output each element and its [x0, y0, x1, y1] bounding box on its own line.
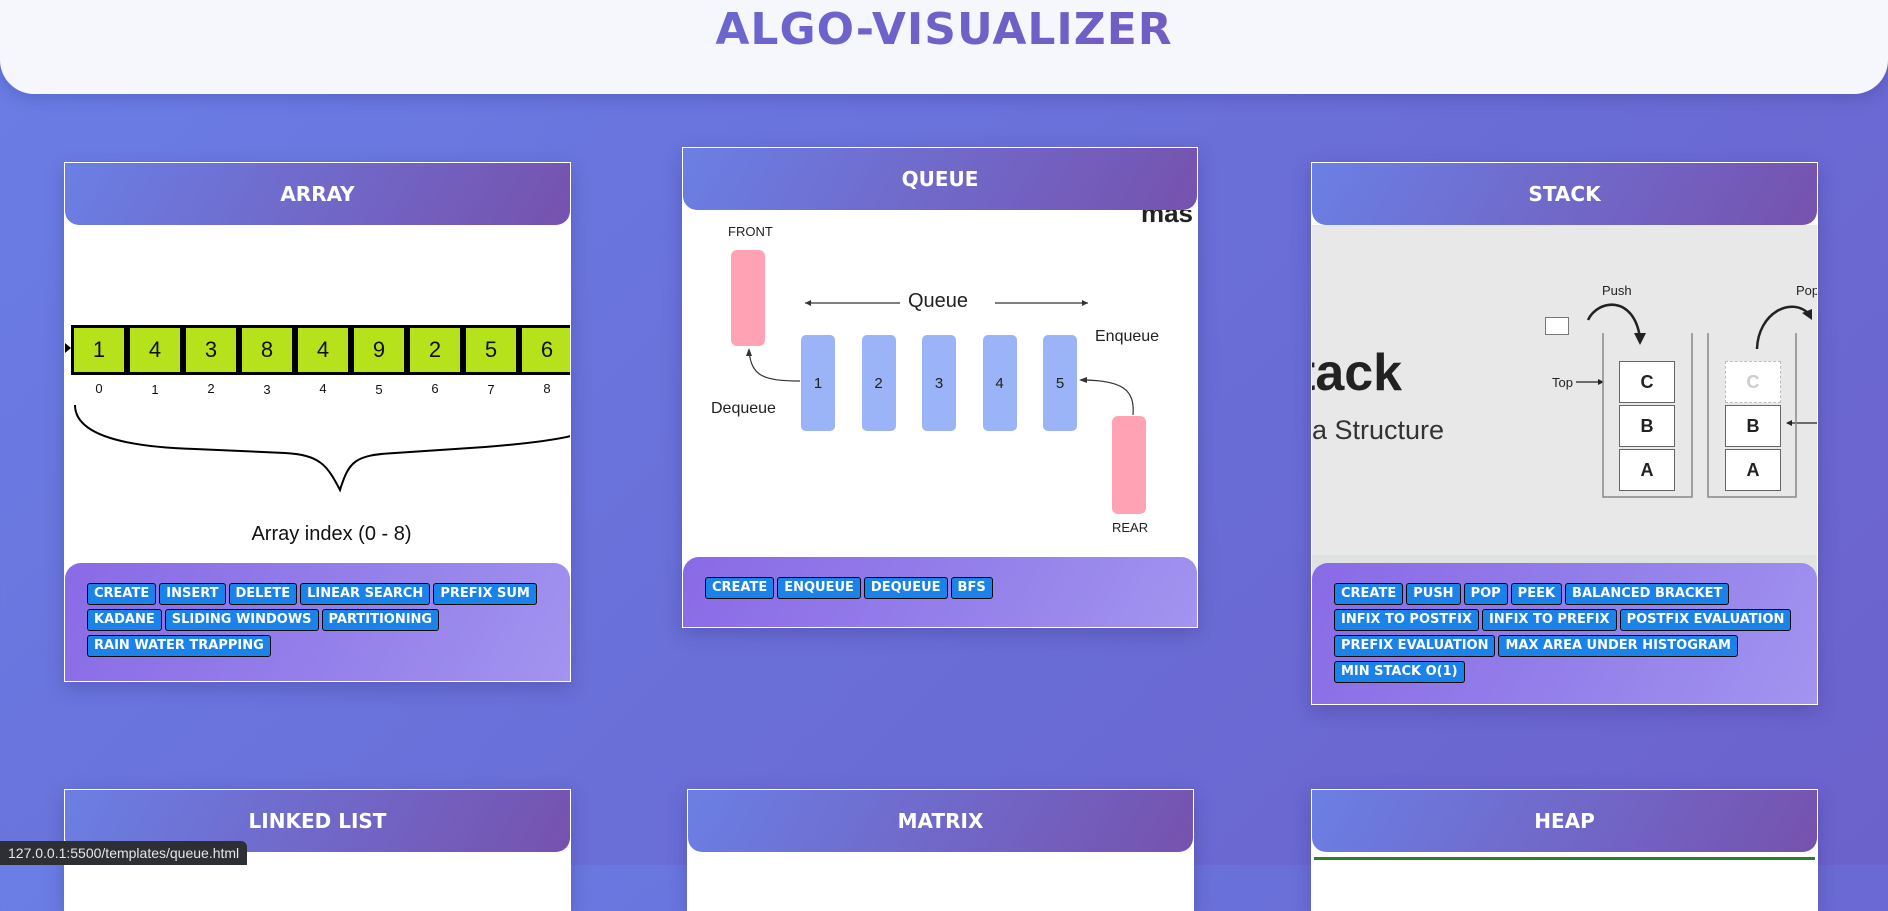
queue-item: 5 — [1043, 335, 1077, 431]
queue-card[interactable]: QUEUE mas FRONT Queue Enqueue Dequeue 12… — [682, 147, 1198, 628]
array-cell: 1 — [71, 325, 127, 375]
array-op-button[interactable]: SLIDING WINDOWS — [164, 609, 319, 631]
queue-item: 4 — [982, 335, 1017, 431]
stack-op-button[interactable]: INFIX TO POSTFIX — [1334, 609, 1479, 631]
site-title: ALGO-VISUALIZER — [0, 4, 1888, 55]
stack-ops-panel: CREATE PUSH POP PEEK BALANCED BRACKET INFIX T… — [1312, 563, 1817, 704]
queue-item: 3 — [922, 335, 956, 431]
stack-cell: C — [1619, 361, 1675, 403]
array-cell: 6 — [519, 325, 570, 375]
stack-op-button[interactable]: PUSH — [1406, 583, 1461, 605]
array-ops-panel: CREATE INSERT DELETE LINEAR SEARCH PREFIX SU… — [65, 563, 570, 681]
array-index-label: 2 — [207, 381, 215, 396]
stack-op-button[interactable]: POP — [1463, 583, 1508, 605]
array-cell: 3 — [183, 325, 239, 375]
array-cells: 143849256012345678 — [71, 325, 570, 405]
array-card-title[interactable]: ARRAY — [65, 163, 570, 225]
queue-card-title[interactable]: QUEUE — [683, 148, 1197, 210]
stack-op-button[interactable]: POSTFIX EVALUATION — [1619, 609, 1792, 631]
array-cell: 4 — [127, 325, 183, 375]
queue-item: 1 — [801, 335, 835, 431]
array-cell: 9 — [351, 325, 407, 375]
array-index-label: 8 — [543, 381, 551, 396]
array-brace — [74, 404, 570, 493]
stack-column-1: CBA — [1619, 361, 1675, 493]
rear-block — [1112, 416, 1146, 514]
queue-ops: CREATE ENQUEUE DEQUEUE BFS — [705, 577, 1175, 599]
queue-items: 12345 — [801, 335, 1101, 435]
queue-label: Queue — [908, 290, 969, 312]
stack-card-title[interactable]: STACK — [1312, 163, 1817, 225]
array-cell: 2 — [407, 325, 463, 375]
matrix-card[interactable]: MATRIX — [687, 789, 1194, 911]
array-illustration: 143849256012345678 Array index (0 - 8) — [65, 225, 570, 585]
heap-image-edge — [1314, 857, 1815, 860]
array-left-marker — [65, 343, 71, 353]
stack-card[interactable]: STACK tack a Structure Push Pop Top CBA … — [1311, 162, 1818, 705]
stack-illustration: tack a Structure Push Pop Top CBA CBA — [1312, 225, 1817, 585]
queue-ops-panel: CREATE ENQUEUE DEQUEUE BFS — [683, 557, 1197, 627]
queue-item: 2 — [861, 335, 896, 431]
heap-card[interactable]: HEAP — [1311, 789, 1818, 911]
array-op-button[interactable]: INSERT — [159, 583, 226, 605]
stack-op-button[interactable]: MIN STACK O(1) — [1334, 661, 1465, 683]
array-index-label: 0 — [95, 381, 103, 396]
array-op-button[interactable]: RAIN WATER TRAPPING — [87, 635, 271, 657]
array-op-button[interactable]: CREATE — [87, 583, 157, 605]
dequeue-label: Dequeue — [711, 400, 776, 417]
stack-op-button[interactable]: PREFIX EVALUATION — [1334, 635, 1496, 657]
stack-op-button[interactable]: MAX AREA UNDER HISTOGRAM — [1498, 635, 1738, 657]
stack-column-2: CBA — [1725, 361, 1781, 493]
array-cell: 5 — [463, 325, 519, 375]
stack-cell: A — [1725, 449, 1781, 491]
stack-op-button[interactable]: BALANCED BRACKET — [1565, 583, 1730, 605]
array-index-label: 4 — [319, 381, 327, 396]
stack-cell: B — [1725, 405, 1781, 447]
queue-op-button[interactable]: ENQUEUE — [777, 577, 861, 599]
array-ops: CREATE INSERT DELETE LINEAR SEARCH PREFIX SU… — [87, 583, 548, 657]
array-op-button[interactable]: DELETE — [228, 583, 298, 605]
array-op-button[interactable]: PARTITIONING — [321, 609, 440, 631]
stack-op-button[interactable]: CREATE — [1334, 583, 1404, 605]
site-header: ALGO-VISUALIZER — [0, 0, 1888, 94]
array-caption: Array index (0 - 8) — [251, 523, 412, 545]
queue-op-button[interactable]: CREATE — [705, 577, 775, 599]
array-cell: 4 — [295, 325, 351, 375]
array-op-button[interactable]: KADANE — [87, 609, 162, 631]
queue-op-button[interactable]: DEQUEUE — [863, 577, 948, 599]
matrix-card-title[interactable]: MATRIX — [688, 790, 1193, 852]
array-card[interactable]: ARRAY 143849256012345678 Array index (0 … — [64, 162, 571, 682]
stack-cell: B — [1619, 405, 1675, 447]
array-op-button[interactable]: PREFIX SUM — [433, 583, 537, 605]
stack-ops: CREATE PUSH POP PEEK BALANCED BRACKET INFIX T… — [1334, 583, 1795, 683]
queue-illustration: mas FRONT Queue Enqueue Dequeue 12345 RE… — [683, 210, 1197, 560]
stack-cell: C — [1725, 361, 1781, 403]
rear-label: REAR — [1112, 520, 1149, 535]
heap-card-title[interactable]: HEAP — [1312, 790, 1817, 852]
array-index-label: 6 — [431, 381, 439, 396]
array-cell: 8 — [239, 325, 295, 375]
stack-op-button[interactable]: PEEK — [1510, 583, 1563, 605]
array-op-button[interactable]: LINEAR SEARCH — [300, 583, 431, 605]
queue-op-button[interactable]: BFS — [950, 577, 993, 599]
status-bar-url: 127.0.0.1:5500/templates/queue.html — [0, 841, 248, 865]
stack-op-button[interactable]: INFIX TO PREFIX — [1481, 609, 1617, 631]
stack-cell: A — [1619, 449, 1675, 491]
enqueue-label: Enqueue — [1095, 328, 1160, 345]
